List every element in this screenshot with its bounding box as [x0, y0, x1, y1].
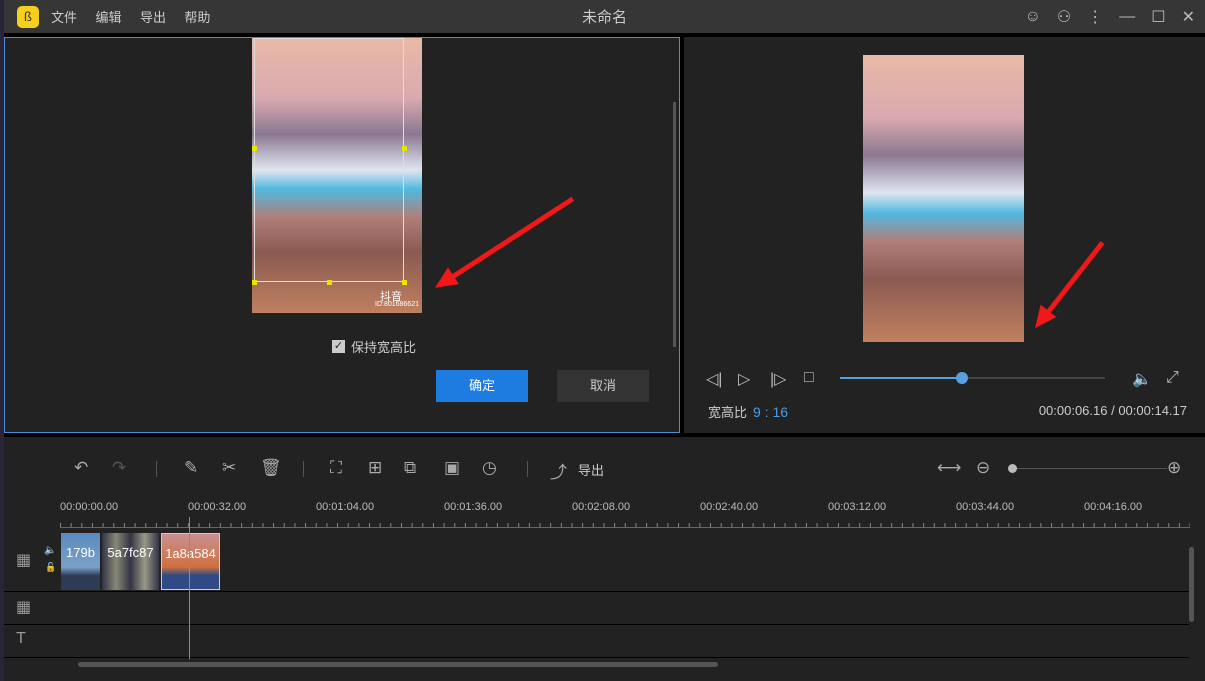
ruler-label: 00:03:12.00: [828, 501, 887, 513]
next-frame-icon[interactable]: |▷: [770, 369, 786, 389]
more-icon[interactable]: ⋮: [1087, 7, 1103, 27]
confirm-button[interactable]: 确定: [436, 370, 528, 402]
ruler-label: 00:00:32.00: [188, 501, 247, 513]
crop-panel: 抖音 ID:801686621 ✓ 保持宽高比 确定 取消: [4, 37, 680, 433]
crop-handle[interactable]: [252, 280, 257, 285]
export-icon[interactable]: ⤴: [550, 458, 567, 483]
keep-ratio-checkbox[interactable]: ✓ 保持宽高比: [332, 337, 416, 356]
timeline-hscrollbar[interactable]: [78, 662, 718, 667]
ruler-label: 00:01:36.00: [444, 501, 503, 513]
text-track: [4, 625, 1189, 658]
video-track-2-icon: ▦: [16, 599, 32, 616]
text-track-icon: T: [16, 630, 26, 647]
stop-icon[interactable]: □: [804, 369, 814, 387]
playback-progress[interactable]: [840, 372, 1105, 384]
ruler-label: 00:02:08.00: [572, 501, 631, 513]
volume-icon[interactable]: 🔈: [1132, 369, 1152, 389]
ruler-label: 00:00:00.00: [60, 501, 119, 513]
cancel-button[interactable]: 取消: [557, 370, 649, 402]
zoom-slider[interactable]: [1008, 464, 1167, 473]
speed-clock-icon[interactable]: ◷: [482, 458, 497, 478]
edit-pencil-icon[interactable]: ✎: [184, 458, 198, 478]
fullscreen-icon[interactable]: ⤢: [1166, 369, 1179, 387]
preview-image: [863, 55, 1024, 342]
undo-icon[interactable]: ↶: [74, 458, 88, 478]
timeline-clip-selected[interactable]: 1a8a584: [161, 533, 220, 590]
ruler-label: 00:04:16.00: [1084, 501, 1143, 513]
time-display: 00:00:06.16 / 00:00:14.17: [1038, 403, 1187, 418]
crop-handle[interactable]: [402, 146, 407, 151]
timeline-clip[interactable]: 179b: [61, 533, 100, 590]
ruler-label: 00:02:40.00: [700, 501, 759, 513]
video-track-2: [4, 592, 1189, 625]
menu-export[interactable]: 导出: [140, 10, 166, 25]
fit-width-icon[interactable]: ⟷: [937, 458, 961, 478]
red-arrow-annotation: [445, 196, 575, 283]
title-bar: ß 文件 编辑 导出 帮助 未命名 ☺ ⚇ ⋮ — ☐ ✕: [4, 0, 1205, 33]
app-logo-icon: ß: [17, 5, 39, 28]
crop-box[interactable]: [254, 38, 404, 282]
crop-icon[interactable]: ⛶: [330, 458, 342, 478]
prev-frame-icon[interactable]: ◁|: [706, 369, 722, 389]
lock-icon[interactable]: 🔓: [45, 562, 56, 573]
app-window: ß 文件 编辑 导出 帮助 未命名 ☺ ⚇ ⋮ — ☐ ✕ 抖音 ID:8016…: [4, 0, 1205, 681]
export-button[interactable]: 导出: [578, 460, 604, 479]
maximize-icon[interactable]: ☐: [1151, 7, 1165, 27]
feedback-icon[interactable]: ☺: [1025, 8, 1041, 26]
timeline-vscrollbar[interactable]: [1189, 547, 1194, 622]
split-screen-icon[interactable]: ⧉: [404, 458, 416, 478]
watermark-id: ID:801686621: [375, 301, 419, 308]
aspect-label: 宽高比: [708, 405, 748, 420]
user-icon[interactable]: ⚇: [1057, 7, 1071, 27]
zoom-in-icon[interactable]: ⊕: [1167, 458, 1181, 478]
zoom-out-icon[interactable]: ⊖: [976, 458, 990, 478]
time-ruler[interactable]: 00:00:00.00 00:00:32.00 00:01:04.00 00:0…: [60, 501, 1190, 529]
play-icon[interactable]: ▷: [738, 369, 750, 389]
video-track-icon: ▦: [16, 552, 32, 569]
close-icon[interactable]: ✕: [1182, 7, 1195, 27]
crop-handle[interactable]: [402, 280, 407, 285]
mute-icon[interactable]: 🔈: [44, 545, 56, 556]
delete-icon[interactable]: 🗑: [260, 458, 282, 478]
screenshot-icon[interactable]: ▣: [444, 458, 460, 478]
zoom-knob[interactable]: [1008, 464, 1017, 473]
crop-handle[interactable]: [252, 146, 257, 151]
redo-icon[interactable]: ↷: [112, 458, 126, 478]
crop-handle[interactable]: [327, 280, 332, 285]
red-arrow-annotation: [1042, 241, 1105, 320]
ruler-label: 00:03:44.00: [956, 501, 1015, 513]
minimize-icon[interactable]: —: [1119, 8, 1135, 26]
timeline-panel: ↶ ↷ ✎ ✂ 🗑 ⛶ ⊞ ⧉ ▣ ◷ ⤴ 导出 ⟷ ⊖ ⊕ 00:00:00.…: [4, 437, 1205, 681]
menu-file[interactable]: 文件: [51, 10, 77, 25]
cut-icon[interactable]: ✂: [222, 458, 236, 478]
ruler-label: 00:01:04.00: [316, 501, 375, 513]
playhead[interactable]: [189, 517, 190, 659]
progress-knob[interactable]: [955, 372, 968, 384]
mosaic-icon[interactable]: ⊞: [368, 458, 382, 478]
checkbox-icon: ✓: [332, 340, 345, 353]
ruler-ticks: [60, 518, 1190, 528]
timeline-clip[interactable]: 5a7fc87: [102, 533, 159, 590]
menu-bar: 文件 编辑 导出 帮助: [51, 7, 224, 27]
crop-scrollbar[interactable]: [673, 102, 676, 347]
aspect-value[interactable]: 9 : 16: [753, 404, 788, 420]
menu-edit[interactable]: 编辑: [95, 10, 121, 25]
keep-ratio-label: 保持宽高比: [351, 340, 417, 355]
menu-help[interactable]: 帮助: [184, 10, 210, 25]
preview-panel: ◁| ▷ |▷ □ 🔈 ⤢ 宽高比 9 : 16 00:00:06.16 / 00…: [684, 37, 1205, 433]
